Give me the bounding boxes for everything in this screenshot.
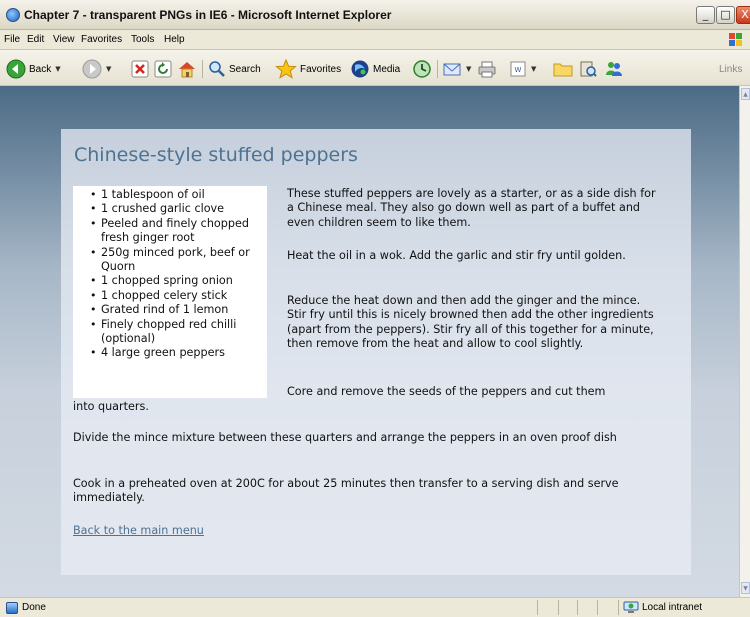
cook-paragraph: Cook in a preheated oven at 200C for abo… [73, 477, 619, 505]
search-icon [209, 61, 225, 77]
list-item: 4 large green peppers [90, 346, 267, 361]
toolbar-divider [437, 60, 438, 78]
media-label: Media [373, 63, 401, 75]
mail-button[interactable]: ▼ [442, 58, 471, 80]
home-icon [179, 62, 195, 78]
chevron-down-icon[interactable]: ▼ [106, 65, 111, 73]
maximize-button[interactable]: □ [716, 6, 735, 24]
close-button[interactable]: X [736, 6, 750, 24]
print-button[interactable] [477, 58, 497, 80]
favorites-button[interactable]: Favorites [275, 58, 341, 80]
menu-help[interactable]: Help [164, 34, 185, 45]
search-button[interactable]: Search [208, 58, 261, 80]
forward-arrow-icon [82, 59, 102, 79]
refresh-button[interactable] [154, 58, 172, 80]
edit-button[interactable]: W ▼ [509, 58, 536, 80]
menu-view[interactable]: View [53, 34, 75, 45]
mail-icon [443, 63, 461, 76]
links-label[interactable]: Links [719, 64, 742, 75]
forward-button[interactable]: ▼ [82, 58, 111, 80]
messenger-button[interactable] [604, 58, 624, 80]
core-paragraph-continued: into quarters. [73, 400, 149, 413]
media-icon [351, 60, 369, 78]
list-item: 1 chopped celery stick [90, 289, 267, 304]
internet-explorer-icon [6, 8, 20, 22]
menu-file[interactable]: File [4, 34, 20, 45]
divide-paragraph: Divide the mince mixture between these q… [73, 431, 617, 444]
search-label: Search [229, 63, 261, 75]
status-divider [537, 600, 538, 615]
status-divider [618, 600, 619, 615]
list-item: 1 chopped spring onion [90, 274, 267, 289]
page-viewport: Chinese-style stuffed peppers 1 tablespo… [0, 86, 739, 597]
chevron-down-icon[interactable]: ▼ [55, 65, 60, 73]
toolbar: Back ▼ ▼ Search Favorites Media ▼ W ▼ Li… [0, 50, 750, 86]
research-icon [580, 61, 597, 77]
local-intranet-icon [623, 601, 639, 613]
menu-tools[interactable]: Tools [131, 34, 154, 45]
favorites-label: Favorites [300, 63, 342, 75]
toolbar-divider [202, 60, 203, 78]
folder-icon [553, 63, 573, 77]
list-item: Grated rind of 1 lemon [90, 303, 267, 318]
media-button[interactable]: Media [350, 58, 400, 80]
status-divider [597, 600, 598, 615]
vertical-scrollbar[interactable]: ▲ ▼ [739, 86, 750, 597]
research-button[interactable] [578, 58, 598, 80]
edit-icon: W [510, 61, 526, 77]
history-button[interactable] [412, 58, 432, 80]
scroll-up-icon[interactable]: ▲ [741, 88, 750, 100]
menu-favorites[interactable]: Favorites [81, 34, 122, 45]
chevron-down-icon[interactable]: ▼ [466, 65, 471, 73]
ingredients-box: 1 tablespoon of oil 1 crushed garlic clo… [73, 186, 267, 398]
title-bar: Chapter 7 - transparent PNGs in IE6 - Mi… [0, 0, 750, 30]
folder-button[interactable] [552, 58, 574, 80]
favorites-star-icon [275, 59, 297, 79]
back-arrow-icon [6, 59, 26, 79]
status-text: Done [22, 602, 46, 613]
browser-window: Chapter 7 - transparent PNGs in IE6 - Mi… [0, 0, 750, 617]
list-item: Finely chopped red chilli (optional) [90, 318, 267, 347]
list-item: 1 crushed garlic clove [90, 202, 267, 217]
status-bar: Done Local intranet [0, 597, 750, 617]
list-item: Peeled and finely chopped fresh ginger r… [90, 217, 267, 246]
status-divider [577, 600, 578, 615]
back-to-main-menu-link[interactable]: Back to the main menu [73, 524, 204, 537]
reduce-paragraph: Reduce the heat down and then add the gi… [287, 294, 654, 351]
home-button[interactable] [177, 58, 197, 80]
menu-edit[interactable]: Edit [27, 34, 44, 45]
list-item: 250g minced pork, beef or Quorn [90, 246, 267, 275]
window-title: Chapter 7 - transparent PNGs in IE6 - Mi… [24, 8, 392, 22]
heat-paragraph: Heat the oil in a wok. Add the garlic an… [287, 249, 626, 262]
content-panel: Chinese-style stuffed peppers 1 tablespo… [61, 129, 691, 575]
refresh-icon [154, 60, 172, 78]
security-zone-label: Local intranet [642, 602, 703, 613]
back-button[interactable]: Back ▼ [6, 58, 61, 80]
page-title: Chinese-style stuffed peppers [74, 144, 358, 166]
menu-bar: File Edit View Favorites Tools Help [0, 30, 750, 50]
windows-logo-icon [729, 33, 742, 46]
stop-icon [131, 60, 149, 78]
page-done-icon [6, 602, 18, 614]
list-item: 1 tablespoon of oil [90, 188, 267, 203]
scroll-down-icon[interactable]: ▼ [741, 582, 750, 594]
intro-paragraph: These stuffed peppers are lovely as a st… [287, 187, 656, 229]
print-icon [478, 61, 496, 78]
svg-text:W: W [515, 66, 522, 74]
status-divider [558, 600, 559, 615]
chevron-down-icon[interactable]: ▼ [531, 65, 536, 73]
history-icon [413, 60, 431, 78]
ingredients-list: 1 tablespoon of oil 1 crushed garlic clo… [90, 188, 267, 361]
messenger-icon [606, 62, 622, 76]
stop-button[interactable] [131, 58, 149, 80]
minimize-button[interactable]: _ [696, 6, 715, 24]
back-label: Back [29, 63, 52, 75]
core-paragraph: Core and remove the seeds of the peppers… [287, 385, 606, 398]
